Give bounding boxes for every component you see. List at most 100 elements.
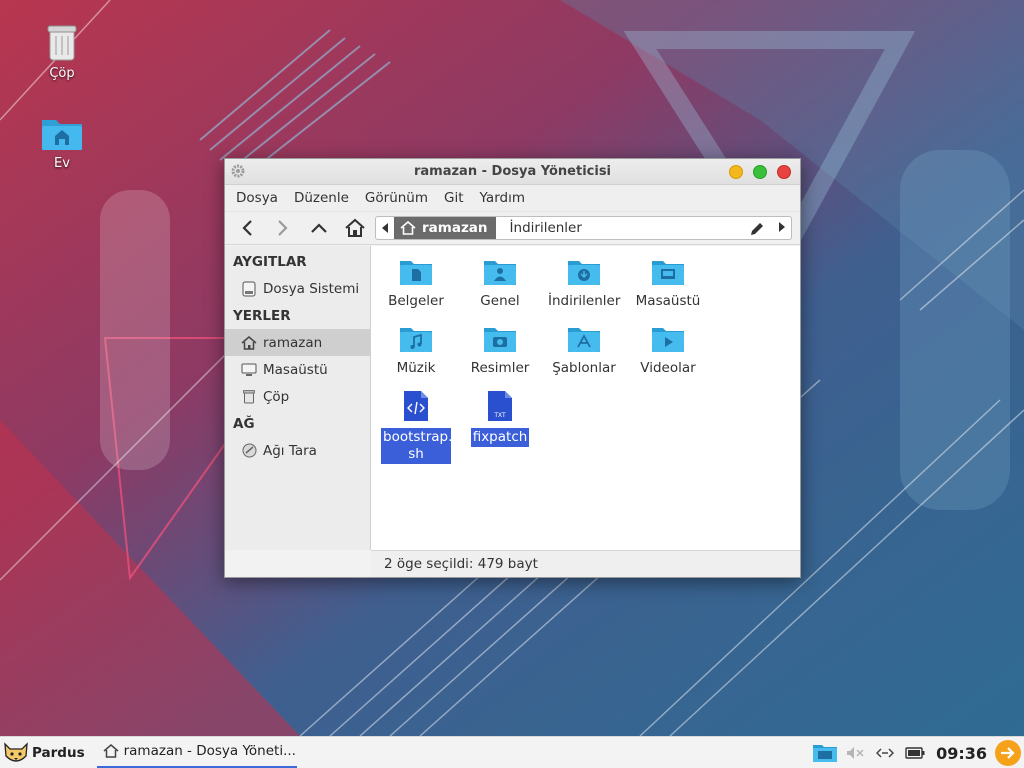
battery-button[interactable] — [900, 737, 930, 768]
folder-videos-icon — [652, 328, 684, 352]
script-file-icon — [404, 391, 428, 421]
sidebar-section-places: YERLER — [233, 308, 291, 324]
show-desktop-icon — [813, 745, 838, 762]
menu-edit[interactable]: Düzenle — [286, 190, 357, 206]
path-scroll-left-button[interactable] — [376, 223, 394, 233]
menubar: Dosya Düzenle Görünüm Git Yardım — [225, 185, 800, 211]
up-button[interactable] — [301, 214, 337, 242]
volume-button[interactable] — [840, 737, 870, 768]
desktop-icon-trash[interactable]: Çöp — [24, 22, 100, 81]
system-tray: 09:36 — [810, 737, 1024, 768]
home-icon — [400, 221, 416, 235]
edit-location-pencil-icon[interactable] — [749, 221, 765, 237]
volume-muted-icon — [847, 747, 864, 759]
file-item[interactable]: Genel — [462, 258, 538, 311]
folder-desktop-icon — [652, 261, 684, 285]
toolbar: ramazan İndirilenler — [225, 211, 800, 245]
folder-download-icon — [568, 261, 600, 285]
sidebar-item-label: Dosya Sistemi — [263, 280, 360, 297]
sidebar-item-label: ramazan — [263, 334, 323, 351]
menu-view[interactable]: Görünüm — [357, 190, 436, 206]
maximize-button[interactable] — [753, 165, 767, 179]
minimize-button[interactable] — [729, 165, 743, 179]
path-crumb-home[interactable]: ramazan — [394, 217, 496, 239]
folder-documents-icon — [400, 261, 432, 285]
network-tray-button[interactable] — [870, 737, 900, 768]
window-title: ramazan - Dosya Yöneticisi — [413, 164, 612, 179]
desktop-icon-home[interactable]: Ev — [24, 114, 100, 171]
taskbar-window-label: ramazan - Dosya Yöneti... — [123, 743, 296, 759]
file-name: fixpatch — [470, 428, 530, 447]
sidebar-section-network: AĞ — [233, 416, 255, 432]
back-button[interactable] — [229, 214, 265, 242]
taskbar: Pardus ramazan - Dosya Yöneti... 09:36 — [0, 736, 1024, 768]
close-button[interactable] — [777, 165, 791, 179]
svg-text:TXT: TXT — [493, 412, 506, 419]
drive-icon — [241, 281, 257, 297]
folder-music-icon — [400, 328, 432, 352]
start-menu-button[interactable]: Pardus — [0, 737, 91, 768]
show-desktop-button[interactable] — [810, 737, 840, 768]
status-text: 2 öge seçildi: 479 bayt — [384, 556, 538, 572]
statusbar: 2 öge seçildi: 479 bayt — [371, 550, 800, 577]
file-item-selected[interactable]: TXT fixpatch — [462, 390, 538, 447]
sidebar-item-home[interactable]: ramazan — [225, 329, 370, 356]
window-content: AYGITLAR Dosya Sistemi YERLER ramazan Ma… — [225, 246, 800, 550]
clock[interactable]: 09:36 — [930, 744, 991, 763]
file-item[interactable]: Şablonlar — [546, 325, 622, 378]
arrow-up-icon — [311, 223, 327, 233]
trash-icon — [47, 25, 77, 61]
file-name: Masaüstü — [635, 293, 701, 309]
desktop-icon-label: Ev — [54, 156, 70, 171]
sidebar-item-label: Ağı Tara — [263, 442, 317, 459]
file-item[interactable]: İndirilenler — [546, 258, 622, 311]
file-item[interactable]: Videolar — [630, 325, 706, 378]
folder-templates-icon — [568, 328, 600, 352]
sidebar-item-browse-network[interactable]: Ağı Tara — [225, 437, 370, 464]
home-icon — [345, 218, 365, 237]
triangle-left-icon — [382, 223, 388, 233]
network-icon — [241, 443, 257, 459]
file-item[interactable]: Masaüstü — [630, 258, 706, 311]
desktop-icon — [241, 362, 257, 378]
taskbar-window-button[interactable]: ramazan - Dosya Yöneti... — [96, 737, 297, 768]
file-name-line2: sh — [408, 446, 424, 462]
menu-go[interactable]: Git — [436, 190, 472, 206]
file-name: Genel — [480, 293, 520, 309]
sidebar-item-desktop[interactable]: Masaüstü — [225, 356, 370, 383]
sidebar-item-label: Çöp — [263, 388, 290, 405]
network-wired-icon — [876, 748, 895, 758]
start-menu-label: Pardus — [32, 744, 85, 761]
location-pathbar: ramazan İndirilenler — [375, 216, 792, 240]
file-item[interactable]: Resimler — [462, 325, 538, 378]
path-crumb-home-label: ramazan — [422, 220, 488, 236]
forward-button[interactable] — [265, 214, 301, 242]
window-titlebar[interactable]: ramazan - Dosya Yöneticisi — [225, 159, 800, 185]
file-name: bootstrap. — [383, 429, 453, 445]
pardus-cat-logo-icon — [4, 741, 28, 762]
file-name: Videolar — [640, 360, 696, 376]
file-name: Resimler — [470, 360, 530, 376]
file-name: Müzik — [396, 360, 436, 376]
file-item-selected[interactable]: bootstrap. sh — [378, 390, 454, 464]
trash-icon — [241, 389, 257, 405]
home-folder-icon — [42, 120, 82, 150]
file-name: İndirilenler — [548, 293, 621, 309]
home-icon — [241, 335, 257, 351]
sidebar-item-filesystem[interactable]: Dosya Sistemi — [225, 275, 370, 302]
sidebar-item-trash[interactable]: Çöp — [225, 383, 370, 410]
menu-file[interactable]: Dosya — [228, 190, 286, 206]
path-crumb-downloads[interactable]: İndirilenler — [496, 220, 582, 236]
menu-help[interactable]: Yardım — [472, 190, 533, 206]
file-view[interactable]: Belgeler Genel İndirilenler Masaüstü Müz… — [371, 246, 800, 550]
logout-button[interactable] — [995, 740, 1021, 766]
file-name: Belgeler — [388, 293, 444, 309]
file-item[interactable]: Müzik — [378, 325, 454, 378]
file-item[interactable]: Belgeler — [378, 258, 454, 311]
battery-icon — [905, 747, 925, 759]
desktop-icon-label: Çöp — [49, 66, 75, 81]
file-name-wrap: bootstrap. sh — [381, 428, 453, 464]
text-file-icon: TXT — [488, 391, 512, 421]
triangle-right-icon[interactable] — [779, 222, 785, 232]
home-button[interactable] — [337, 214, 373, 242]
